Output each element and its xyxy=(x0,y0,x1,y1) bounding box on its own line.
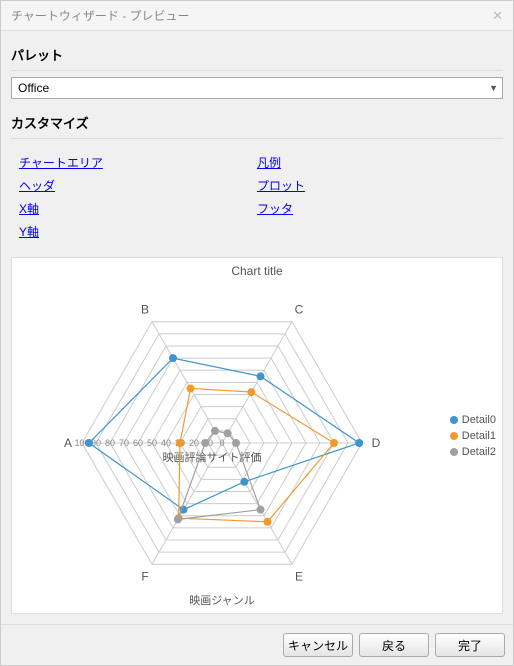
svg-text:映画評論サイト評価: 映画評論サイト評価 xyxy=(163,450,262,464)
back-button[interactable]: 戻る xyxy=(359,633,429,657)
chart-title: Chart title xyxy=(12,258,502,278)
palette-label: パレット xyxy=(11,41,503,68)
link-y-axis[interactable]: Y軸 xyxy=(19,223,257,240)
svg-text:C: C xyxy=(295,303,304,317)
svg-text:70: 70 xyxy=(119,438,129,448)
link-plot[interactable]: プロット xyxy=(257,177,495,194)
link-footer[interactable]: フッタ xyxy=(257,200,495,217)
svg-text:D: D xyxy=(372,436,381,450)
chart-wizard-dialog: チャートウィザード - プレビュー ✕ パレット Office ▼ カスタマイズ… xyxy=(0,0,514,666)
close-icon[interactable]: ✕ xyxy=(492,8,503,24)
svg-text:F: F xyxy=(141,569,148,583)
svg-text:E: E xyxy=(295,569,303,583)
svg-text:A: A xyxy=(64,436,72,450)
legend-dot-icon xyxy=(450,416,458,424)
customize-links: チャートエリア ヘッダ X軸 Y軸 凡例 プロット フッタ xyxy=(11,145,503,257)
legend-dot-icon xyxy=(450,448,458,456)
cancel-button[interactable]: キャンセル xyxy=(283,633,353,657)
chart-preview: Chart title 0102030405060708090100映画評論サイ… xyxy=(11,257,503,614)
titlebar: チャートウィザード - プレビュー ✕ xyxy=(1,1,513,31)
legend-dot-icon xyxy=(450,432,458,440)
link-legend[interactable]: 凡例 xyxy=(257,154,495,171)
svg-text:B: B xyxy=(141,303,149,317)
link-chart-area[interactable]: チャートエリア xyxy=(19,154,257,171)
link-x-axis[interactable]: X軸 xyxy=(19,200,257,217)
dialog-footer: キャンセル 戻る 完了 xyxy=(1,624,513,665)
finish-button[interactable]: 完了 xyxy=(435,633,505,657)
legend-item: Detail0 xyxy=(450,414,496,426)
window-title: チャートウィザード - プレビュー xyxy=(11,7,190,24)
svg-text:60: 60 xyxy=(133,438,143,448)
palette-selected: Office xyxy=(18,81,49,95)
palette-select[interactable]: Office ▼ xyxy=(11,77,503,99)
radar-chart: 0102030405060708090100映画評論サイト評価ABCDEF映画ジ… xyxy=(12,278,442,608)
legend: Detail0 Detail1 Detail2 xyxy=(450,410,496,462)
svg-text:20: 20 xyxy=(189,438,199,448)
divider xyxy=(11,70,503,71)
svg-text:80: 80 xyxy=(105,438,115,448)
legend-item: Detail2 xyxy=(450,446,496,458)
svg-text:0: 0 xyxy=(219,438,224,448)
customize-label: カスタマイズ xyxy=(11,109,503,136)
svg-text:40: 40 xyxy=(161,438,171,448)
legend-item: Detail1 xyxy=(450,430,496,442)
divider xyxy=(11,138,503,139)
dialog-body: パレット Office ▼ カスタマイズ チャートエリア ヘッダ X軸 Y軸 凡… xyxy=(1,31,513,624)
legend-label: Detail0 xyxy=(462,414,496,426)
svg-text:映画ジャンル: 映画ジャンル xyxy=(189,594,254,607)
link-header[interactable]: ヘッダ xyxy=(19,177,257,194)
svg-text:50: 50 xyxy=(147,438,157,448)
chevron-down-icon: ▼ xyxy=(489,83,498,93)
legend-label: Detail1 xyxy=(462,430,496,442)
legend-label: Detail2 xyxy=(462,446,496,458)
